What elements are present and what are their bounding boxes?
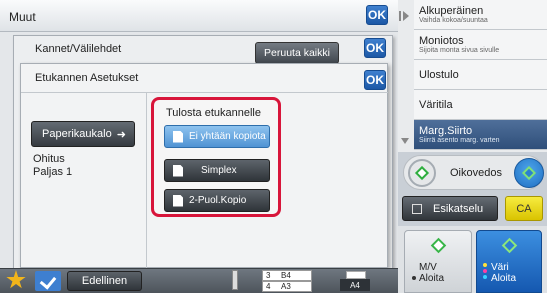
menu-item-original[interactable]: Alkuperäinen Vaihda kokoa/suuntaa <box>414 0 547 30</box>
tray-status-row: 3 B4 <box>262 270 312 281</box>
page-icon <box>173 130 183 143</box>
menu-item-subtitle: Sijoita monta sivua sivulle <box>419 47 500 54</box>
copier-screen: Muut OK Kannet/Välilehdet Peruuta kaikki… <box>0 0 547 293</box>
color-start-button[interactable]: Väri Aloita <box>476 230 542 293</box>
menu-item-subtitle: Vaihda kokoa/suuntaa <box>419 17 488 24</box>
option-label: 2-Puol.Kopio <box>189 195 247 206</box>
indicator-dot-icon <box>412 276 416 280</box>
page-icon <box>173 164 183 177</box>
paper-tray-label: Paperikaukalo <box>42 128 112 140</box>
bw-start-label2: Aloita <box>419 273 445 284</box>
paper-icon <box>346 271 366 279</box>
menu-item-title: Väritila <box>419 99 453 111</box>
proof-color-start-button[interactable] <box>514 158 544 188</box>
previous-button[interactable]: Edellinen <box>67 271 142 291</box>
star-icon[interactable] <box>6 270 26 289</box>
paper-tray-button[interactable]: Paperikaukalo ➜ <box>31 121 135 147</box>
print-cover-caption: Tulosta etukannelle <box>166 107 261 119</box>
start-diamond-icon <box>521 165 537 181</box>
menu-item-color-mode[interactable]: Väritila <box>414 90 547 120</box>
menu-item-title: Ulostulo <box>419 69 459 81</box>
preview-button[interactable]: Esikatselu <box>402 196 498 221</box>
right-menu: Alkuperäinen Vaihda kokoa/suuntaa Moniot… <box>398 0 547 152</box>
menu-item-margin-shift[interactable]: Marg.Siirto Siirrä asento marg. varten <box>414 120 547 150</box>
preview-icon <box>412 204 422 214</box>
collapse-bar-icon <box>399 11 401 21</box>
menu-item-output[interactable]: Ulostulo <box>414 60 547 90</box>
title-bar: Muut OK <box>0 0 398 32</box>
tray-indicator-icon <box>232 270 238 290</box>
option-simplex[interactable]: Simplex <box>164 159 270 182</box>
front-cover-settings-sheet: Etukannen Asetukset OK Paperikaukalo ➜ O… <box>20 63 388 268</box>
preview-label: Esikatselu <box>433 202 484 215</box>
option-label: Ei yhtään kopiota <box>189 131 266 142</box>
tray-number: 3 <box>266 271 271 280</box>
proof-start-button[interactable] <box>408 159 436 187</box>
divider <box>21 92 388 93</box>
tray-size: A3 <box>281 282 291 291</box>
menu-item-title: Marg.Siirto <box>419 125 473 137</box>
option-duplex[interactable]: 2-Puol.Kopio <box>164 189 270 212</box>
start-area: M/V Aloita Väri Aloita <box>398 226 547 293</box>
bottom-bar: Edellinen 3 B4 4 A3 A4 <box>0 268 398 293</box>
page-title: Muut <box>9 10 36 24</box>
bw-start-label1: M/V <box>419 262 437 273</box>
menu-item-title: Alkuperäinen <box>419 5 484 17</box>
proof-copy-control: Oikovedos <box>403 155 544 190</box>
color-start-label2: Aloita <box>491 273 517 284</box>
ok-button-main[interactable]: OK <box>366 5 388 25</box>
menu-item-subtitle: Siirrä asento marg. varten <box>419 137 500 144</box>
start-diamond-icon <box>414 165 430 181</box>
clear-all-button[interactable]: CA <box>505 196 543 221</box>
menu-list: Alkuperäinen Vaihda kokoa/suuntaa Moniot… <box>414 0 547 150</box>
option-label: Simplex <box>201 165 237 176</box>
start-diamond-icon <box>501 237 518 254</box>
tray-number: 4 <box>266 282 271 291</box>
cancel-all-button[interactable]: Peruuta kaikki <box>255 42 339 64</box>
sheet1-title: Kannet/Välilehdet <box>35 43 122 55</box>
page-icon <box>173 194 183 207</box>
proof-label: Oikovedos <box>450 167 502 179</box>
paper-size-indicator: A4 <box>340 279 370 291</box>
sheet2-title: Etukannen Asetukset <box>35 72 139 84</box>
menu-item-multishot[interactable]: Moniotos Sijoita monta sivua sivulle <box>414 30 547 60</box>
color-dots-icon <box>483 263 487 281</box>
color-start-label1: Väri <box>491 262 509 273</box>
tray-info-line2: Paljas 1 <box>33 166 73 178</box>
tray-size: B4 <box>281 271 291 280</box>
menu-item-title: Moniotos <box>419 35 464 47</box>
check-icon[interactable] <box>35 271 61 291</box>
option-no-copy[interactable]: Ei yhtään kopiota <box>164 125 270 148</box>
tray-info-line1: Ohitus <box>33 153 65 165</box>
print-cover-group: Tulosta etukannelle Ei yhtään kopiota Si… <box>151 97 281 217</box>
start-diamond-icon <box>430 237 447 254</box>
ok-button-sheet2[interactable]: OK <box>364 70 386 90</box>
main-panel: Muut OK Kannet/Välilehdet Peruuta kaikki… <box>0 0 398 293</box>
play-icon[interactable] <box>403 11 409 21</box>
ok-button-sheet1[interactable]: OK <box>364 38 386 58</box>
vertical-divider <box>146 93 147 268</box>
tray-info: Ohitus Paljas 1 <box>33 153 72 179</box>
bw-start-button[interactable]: M/V Aloita <box>404 230 472 293</box>
arrow-right-icon: ➜ <box>116 129 126 141</box>
triangle-down-icon <box>401 138 409 144</box>
tray-status-row: 4 A3 <box>262 281 312 292</box>
